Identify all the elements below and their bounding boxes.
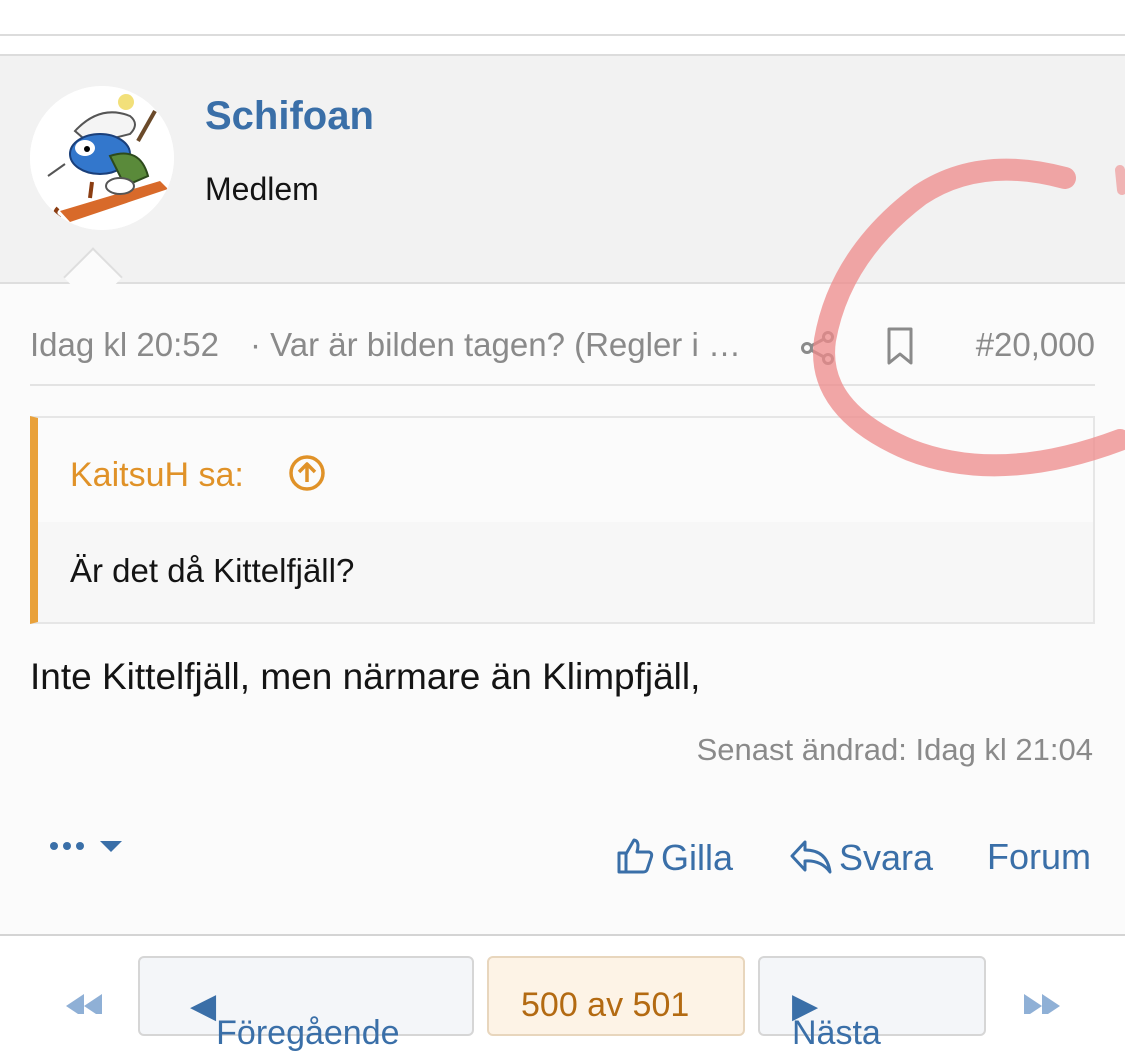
previous-label: Föregående (216, 1014, 400, 1052)
thumbs-up-icon (617, 838, 654, 874)
previous-page-button[interactable]: ◀ Föregående (138, 956, 474, 1052)
share-icon[interactable] (800, 330, 836, 366)
quote-author[interactable]: KaitsuH sa: (70, 456, 244, 495)
bookmark-icon[interactable] (885, 326, 915, 366)
more-options-icon[interactable] (48, 832, 128, 862)
top-divider (0, 34, 1125, 36)
thread-title[interactable]: · Var är bilden tagen? (Regler i … (250, 326, 741, 364)
smurf-sled-avatar-image (30, 86, 174, 230)
user-title: Medlem (205, 171, 319, 207)
current-page-label: 500 av 501 (521, 986, 690, 1024)
like-button[interactable]: Gilla (615, 836, 733, 879)
edited-note: Senast ändrad: Idag kl 21:04 (696, 732, 1093, 767)
pagination: ◀ Föregående 500 av 501 Nästa ▶ (0, 936, 1125, 1052)
forum-post: Schifoan Medlem Idag kl 20:52 · Var är b… (0, 56, 1125, 936)
reply-icon (790, 840, 832, 874)
forum-label: Forum (986, 836, 1091, 877)
post-number[interactable]: #20,000 (976, 326, 1095, 364)
post-date[interactable]: Idag kl 20:52 (30, 326, 219, 364)
post-body: Inte Kittelfjäll, men närmare än Klimpfj… (30, 656, 701, 697)
reply-button[interactable]: Svara (789, 836, 933, 879)
quote-header: KaitsuH sa: (38, 418, 1093, 522)
post-user-header: Schifoan Medlem (0, 56, 1125, 284)
quote-block: KaitsuH sa: Är det då Kittelfjäll? (30, 416, 1095, 624)
forum-button[interactable]: Forum (987, 836, 1091, 878)
current-page-indicator[interactable]: 500 av 501 (487, 956, 745, 1036)
username[interactable]: Schifoan (205, 94, 374, 139)
reply-label: Svara (838, 837, 933, 878)
last-page-icon[interactable] (1020, 994, 1064, 1014)
next-label: Nästa (792, 1014, 881, 1052)
avatar[interactable] (30, 86, 174, 230)
quote-text: Är det då Kittelfjäll? (70, 552, 355, 589)
post-meta-bar: Idag kl 20:52 · Var är bilden tagen? (Re… (30, 322, 1095, 386)
jump-to-quote-icon[interactable] (288, 454, 326, 492)
first-page-icon[interactable] (62, 994, 106, 1014)
like-label: Gilla (660, 837, 733, 878)
next-page-button[interactable]: Nästa ▶ (758, 956, 986, 1052)
